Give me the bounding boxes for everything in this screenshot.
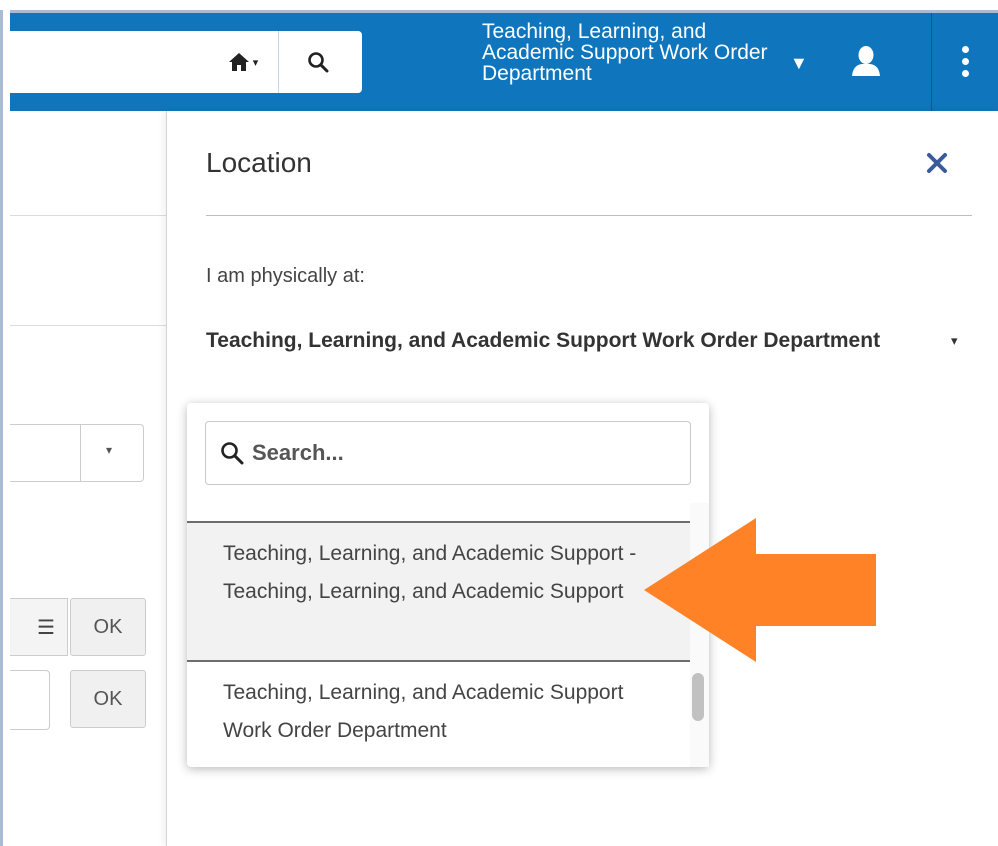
dropdown-option-highlighted[interactable]: Teaching, Learning, and Academic Support…: [187, 523, 690, 661]
search-button[interactable]: [282, 31, 354, 93]
annotation-arrow-icon: [644, 518, 876, 662]
dropdown-search-field[interactable]: [205, 421, 691, 485]
user-menu-button[interactable]: [846, 39, 886, 83]
background-divider: [10, 215, 168, 216]
panel-divider: [206, 215, 972, 216]
list-icon: ☰: [37, 616, 55, 639]
location-select-value[interactable]: Teaching, Learning, and Academic Support…: [206, 325, 906, 356]
more-vertical-icon-dot: [961, 69, 969, 77]
screenshot-frame-left-inner: [3, 10, 10, 846]
topbar-separator: [931, 13, 932, 111]
panel-title: Location: [206, 147, 312, 178]
search-divider: [278, 31, 279, 93]
close-button[interactable]: [923, 149, 951, 177]
department-menu-caret[interactable]: ▼: [790, 53, 808, 74]
chevron-down-icon: ▾: [252, 56, 259, 69]
search-icon: [221, 442, 244, 465]
close-icon: [927, 153, 947, 173]
location-label: I am physically at:: [206, 265, 365, 287]
location-dropdown: Teaching, Learning, and Academic Support…: [187, 403, 709, 767]
home-menu-button[interactable]: ▾: [208, 31, 278, 93]
list-button[interactable]: ☰: [10, 598, 68, 656]
background-divider: [10, 325, 168, 326]
background-select[interactable]: ▾: [10, 424, 144, 482]
more-vertical-icon-dot: [961, 57, 969, 65]
location-select-caret[interactable]: ▾: [951, 333, 958, 349]
top-bar: ▾ Teaching, Learning, and Academic Suppo…: [10, 13, 998, 111]
search-icon: [308, 52, 329, 73]
chevron-down-icon: ▾: [106, 443, 113, 457]
user-icon: [852, 46, 880, 76]
more-options-button[interactable]: [950, 37, 980, 85]
ok-button[interactable]: OK: [70, 598, 146, 656]
current-department-title[interactable]: Teaching, Learning, and Academic Support…: [482, 21, 782, 84]
select-divider: [80, 425, 81, 481]
background-input[interactable]: [10, 670, 50, 730]
global-search-box[interactable]: ▾: [10, 31, 362, 93]
more-vertical-icon-dot: [961, 45, 969, 53]
dropdown-option[interactable]: Teaching, Learning, and Academic Support…: [187, 662, 690, 762]
dropdown-scrollbar-thumb[interactable]: [692, 673, 704, 721]
home-icon: [228, 53, 249, 71]
dropdown-search-input[interactable]: [252, 433, 672, 473]
ok-button[interactable]: OK: [70, 670, 146, 728]
